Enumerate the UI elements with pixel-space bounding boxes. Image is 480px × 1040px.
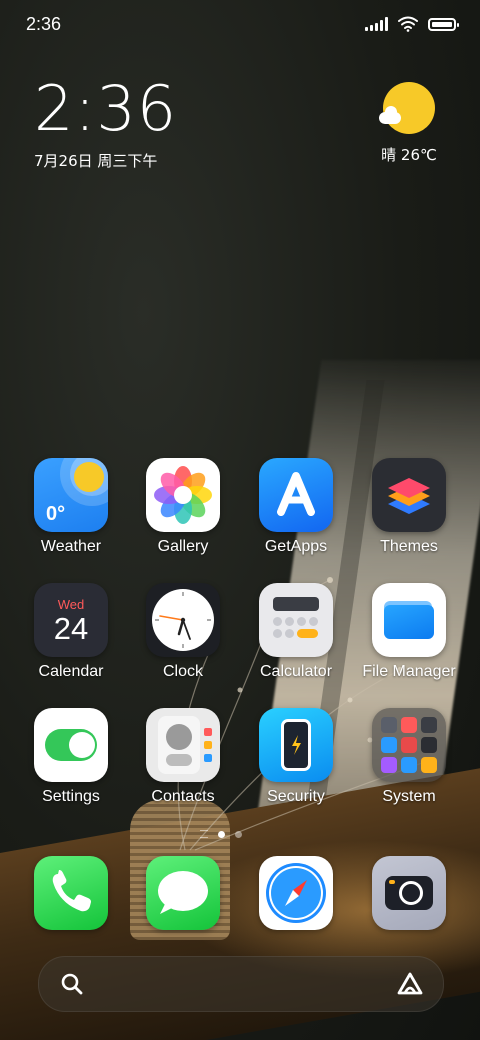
camera-icon (372, 856, 446, 930)
dock-messages[interactable] (128, 856, 238, 930)
app-security[interactable]: Security (241, 708, 351, 806)
app-themes[interactable]: Themes (354, 458, 464, 556)
app-label: File Manager (362, 663, 456, 680)
settings-app-icon (34, 708, 108, 782)
weather-widget-text: 晴 26℃ (381, 146, 437, 164)
app-getapps[interactable]: GetApps (241, 458, 351, 556)
app-calculator[interactable]: Calculator (241, 583, 351, 681)
app-calendar[interactable]: Wed 24 Calendar (16, 583, 126, 681)
page-dot (235, 830, 242, 838)
app-label: Contacts (151, 788, 215, 805)
clock-widget-time: 2:36 (34, 72, 178, 145)
app-label: System (382, 788, 436, 805)
sun-icon (379, 82, 435, 134)
app-label: Weather (40, 538, 102, 555)
security-app-icon (259, 708, 333, 782)
app-label: GetApps (264, 538, 328, 555)
gallery-app-icon (146, 458, 220, 532)
calendar-day: Wed (57, 597, 85, 612)
search-icon[interactable] (59, 971, 85, 997)
app-label: Calculator (259, 663, 333, 680)
app-clock[interactable]: Clock (128, 583, 238, 681)
dock-browser[interactable] (241, 856, 351, 930)
calendar-app-icon: Wed 24 (34, 583, 108, 657)
clock-app-icon (146, 583, 220, 657)
app-label: Security (267, 788, 325, 805)
app-label: Calendar (38, 663, 104, 680)
clock-widget-date: 7月26日 周三下午 (34, 152, 158, 170)
cloud-icon (379, 106, 401, 124)
menu-lines-icon (200, 830, 208, 838)
app-label: Themes (380, 538, 438, 555)
app-gallery[interactable]: Gallery (128, 458, 238, 556)
weather-widget[interactable]: 晴 26℃ (374, 82, 444, 165)
search-bar[interactable] (38, 956, 444, 1012)
browser-icon (259, 856, 333, 930)
app-label: Clock (162, 663, 203, 680)
app-label: Gallery (157, 538, 209, 555)
messages-icon (146, 856, 220, 930)
app-contacts[interactable]: Contacts (128, 708, 238, 806)
system-folder-icon (372, 708, 446, 782)
status-icons (365, 16, 459, 32)
calendar-date: 24 (53, 611, 89, 646)
app-settings[interactable]: Settings (16, 708, 126, 806)
clock-widget[interactable]: 2:36 7月26日 周三下午 (34, 78, 177, 171)
getapps-app-icon (259, 458, 333, 532)
status-bar: 2:36 (0, 0, 480, 50)
status-time: 2:36 (26, 14, 62, 34)
signal-icon (365, 17, 388, 31)
themes-app-icon (372, 458, 446, 532)
phone-icon (34, 856, 108, 930)
contacts-app-icon (146, 708, 220, 782)
battery-icon (428, 17, 459, 31)
assistant-icon[interactable] (395, 971, 425, 997)
calculator-app-icon (259, 583, 333, 657)
page-dot-active (218, 830, 225, 838)
app-label: Settings (42, 788, 100, 805)
weather-app-icon: 0° (34, 458, 108, 532)
dock-phone[interactable] (16, 856, 126, 930)
app-system-folder[interactable]: System (354, 708, 464, 806)
dock-camera[interactable] (354, 856, 464, 930)
weather-app-temp: 0° (46, 503, 66, 525)
file-manager-app-icon (372, 583, 446, 657)
wifi-icon (398, 16, 418, 32)
app-file-manager[interactable]: File Manager (354, 583, 464, 681)
app-weather[interactable]: 0° Weather (16, 458, 126, 556)
page-indicator[interactable] (200, 830, 242, 838)
